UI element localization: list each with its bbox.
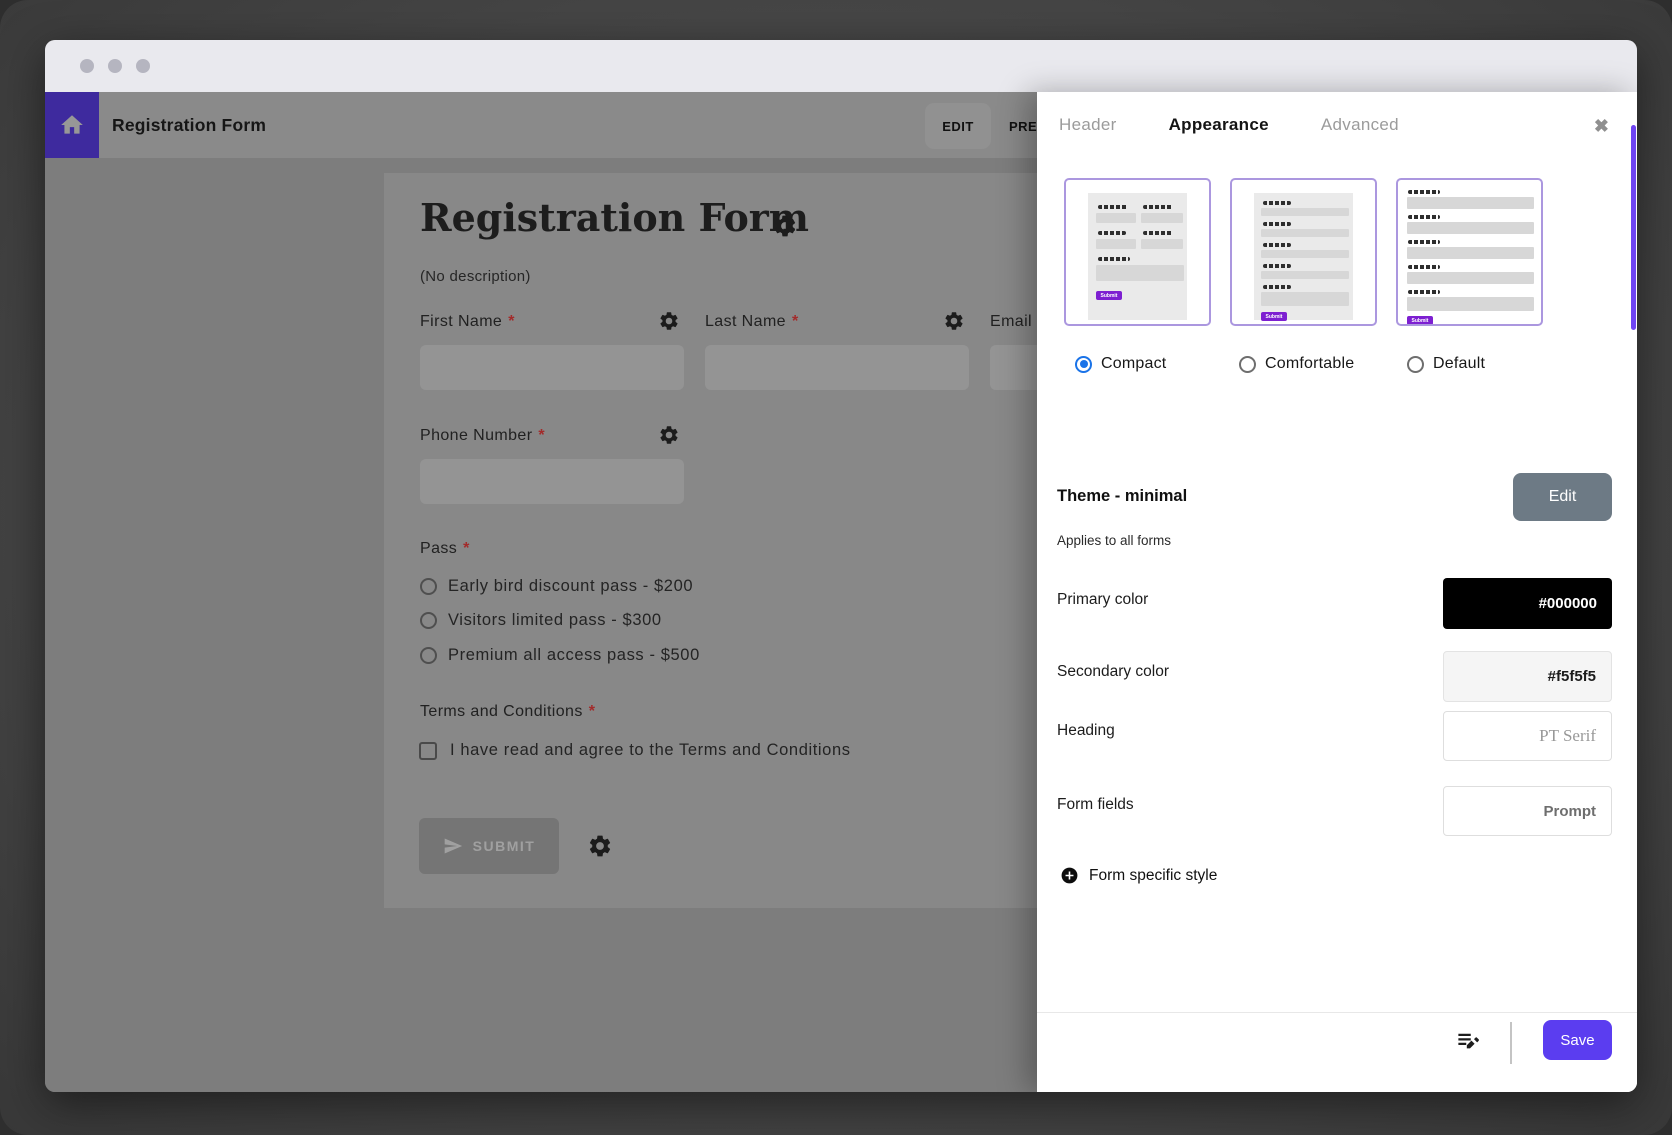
layout-option-label: Default xyxy=(1433,355,1485,373)
pass-option-premium[interactable]: Premium all access pass - $500 xyxy=(420,644,700,666)
first-name-settings-gear-icon[interactable] xyxy=(658,310,680,332)
pass-option-label: Early bird discount pass - $200 xyxy=(448,577,693,596)
secondary-color-label: Secondary color xyxy=(1057,663,1169,681)
theme-title: Theme - minimal xyxy=(1057,487,1187,506)
edit-tab-button[interactable]: EDIT xyxy=(925,103,991,149)
appearance-panel: Header Appearance Advanced ✖ xyxy=(1037,92,1637,1092)
form-fields-font-label: Form fields xyxy=(1057,796,1134,814)
window-control-dot[interactable] xyxy=(108,59,122,73)
radio-icon[interactable] xyxy=(1239,356,1256,373)
required-asterisk: * xyxy=(538,427,545,444)
browser-titlebar xyxy=(45,40,1637,92)
tab-appearance[interactable]: Appearance xyxy=(1169,115,1269,135)
thumb-submit-chip: Submit xyxy=(1096,291,1122,300)
theme-note: Applies to all forms xyxy=(1057,533,1171,548)
theme-edit-button[interactable]: Edit xyxy=(1513,473,1612,521)
form-settings-gear-icon[interactable] xyxy=(772,213,798,239)
panel-tabs: Header Appearance Advanced xyxy=(1059,115,1399,135)
first-name-input[interactable] xyxy=(420,345,684,390)
heading-font-value: PT Serif xyxy=(1539,726,1596,746)
tab-header[interactable]: Header xyxy=(1059,115,1117,135)
last-name-settings-gear-icon[interactable] xyxy=(943,310,965,332)
home-button[interactable] xyxy=(45,92,99,158)
close-icon[interactable]: ✖ xyxy=(1594,116,1609,137)
layout-thumb-comfortable[interactable]: Submit xyxy=(1230,178,1377,326)
required-asterisk: * xyxy=(508,313,515,330)
email-label: Email xyxy=(990,313,1032,330)
form-specific-style-label: Form specific style xyxy=(1089,867,1217,885)
form-description: (No description) xyxy=(420,268,531,285)
form-specific-style-button[interactable]: Form specific style xyxy=(1060,866,1217,885)
layout-thumb-compact[interactable]: Submit xyxy=(1064,178,1211,326)
last-name-label: Last Name xyxy=(705,313,786,330)
checkbox-icon[interactable] xyxy=(419,742,437,760)
primary-color-label: Primary color xyxy=(1057,591,1148,609)
submit-settings-gear-icon[interactable] xyxy=(587,833,613,859)
tab-advanced[interactable]: Advanced xyxy=(1321,115,1399,135)
window-control-dot[interactable] xyxy=(136,59,150,73)
pass-option-label: Premium all access pass - $500 xyxy=(448,646,700,665)
edit-note-icon[interactable] xyxy=(1455,1027,1482,1054)
thumb-submit-chip: Submit xyxy=(1407,316,1433,325)
footer-divider xyxy=(1510,1022,1512,1064)
home-icon xyxy=(59,112,85,138)
required-asterisk: * xyxy=(463,540,470,557)
primary-color-swatch[interactable]: #000000 xyxy=(1443,578,1612,629)
save-button[interactable]: Save xyxy=(1543,1020,1612,1060)
window-control-dot[interactable] xyxy=(80,59,94,73)
panel-footer: Save xyxy=(1037,1012,1637,1092)
terms-checkbox-label: I have read and agree to the Terms and C… xyxy=(450,741,851,760)
required-asterisk: * xyxy=(589,703,596,720)
radio-icon[interactable] xyxy=(420,612,437,629)
layout-thumb-default[interactable]: Submit xyxy=(1396,178,1543,326)
heading-font-select[interactable]: PT Serif xyxy=(1443,711,1612,761)
phone-label: Phone Number xyxy=(420,427,532,444)
form-fields-font-select[interactable]: Prompt xyxy=(1443,786,1612,836)
terms-checkbox-row[interactable]: I have read and agree to the Terms and C… xyxy=(419,741,851,760)
thumb-submit-chip: Submit xyxy=(1261,312,1287,321)
pass-label: Pass xyxy=(420,540,457,557)
radio-icon[interactable] xyxy=(1407,356,1424,373)
layout-option-compact[interactable]: Compact xyxy=(1075,354,1166,374)
radio-icon[interactable] xyxy=(420,647,437,664)
required-asterisk: * xyxy=(792,313,799,330)
panel-scrollbar-thumb[interactable] xyxy=(1631,125,1636,330)
form-heading: Registration Form xyxy=(420,195,809,240)
first-name-label: First Name xyxy=(420,313,502,330)
pass-option-label: Visitors limited pass - $300 xyxy=(448,611,662,630)
thumb-inner: Submit xyxy=(1254,193,1353,320)
layout-option-label: Comfortable xyxy=(1265,355,1354,373)
radio-icon[interactable] xyxy=(1075,356,1092,373)
pass-option-visitors[interactable]: Visitors limited pass - $300 xyxy=(420,609,662,631)
thumb-inner: Submit xyxy=(1088,193,1187,320)
form-fields-font-value: Prompt xyxy=(1544,803,1597,820)
pass-option-early-bird[interactable]: Early bird discount pass - $200 xyxy=(420,575,693,597)
form-name-title: Registration Form xyxy=(112,92,266,158)
layout-option-label: Compact xyxy=(1101,355,1166,373)
layout-option-default[interactable]: Default xyxy=(1407,354,1485,374)
radio-icon[interactable] xyxy=(420,578,437,595)
plus-circle-icon xyxy=(1060,866,1079,885)
layout-option-comfortable[interactable]: Comfortable xyxy=(1239,354,1354,374)
phone-input[interactable] xyxy=(420,459,684,504)
phone-settings-gear-icon[interactable] xyxy=(658,424,680,446)
screenshot-background: Registration Form EDIT PREVIEW Registrat… xyxy=(0,0,1672,1135)
send-icon xyxy=(443,836,463,856)
last-name-input[interactable] xyxy=(705,345,969,390)
submit-button[interactable]: SUBMIT xyxy=(419,818,559,874)
terms-label: Terms and Conditions xyxy=(420,703,583,720)
submit-button-label: SUBMIT xyxy=(473,838,536,854)
browser-window: Registration Form EDIT PREVIEW Registrat… xyxy=(45,40,1637,1092)
heading-font-label: Heading xyxy=(1057,722,1115,740)
secondary-color-swatch[interactable]: #f5f5f5 xyxy=(1443,651,1612,702)
